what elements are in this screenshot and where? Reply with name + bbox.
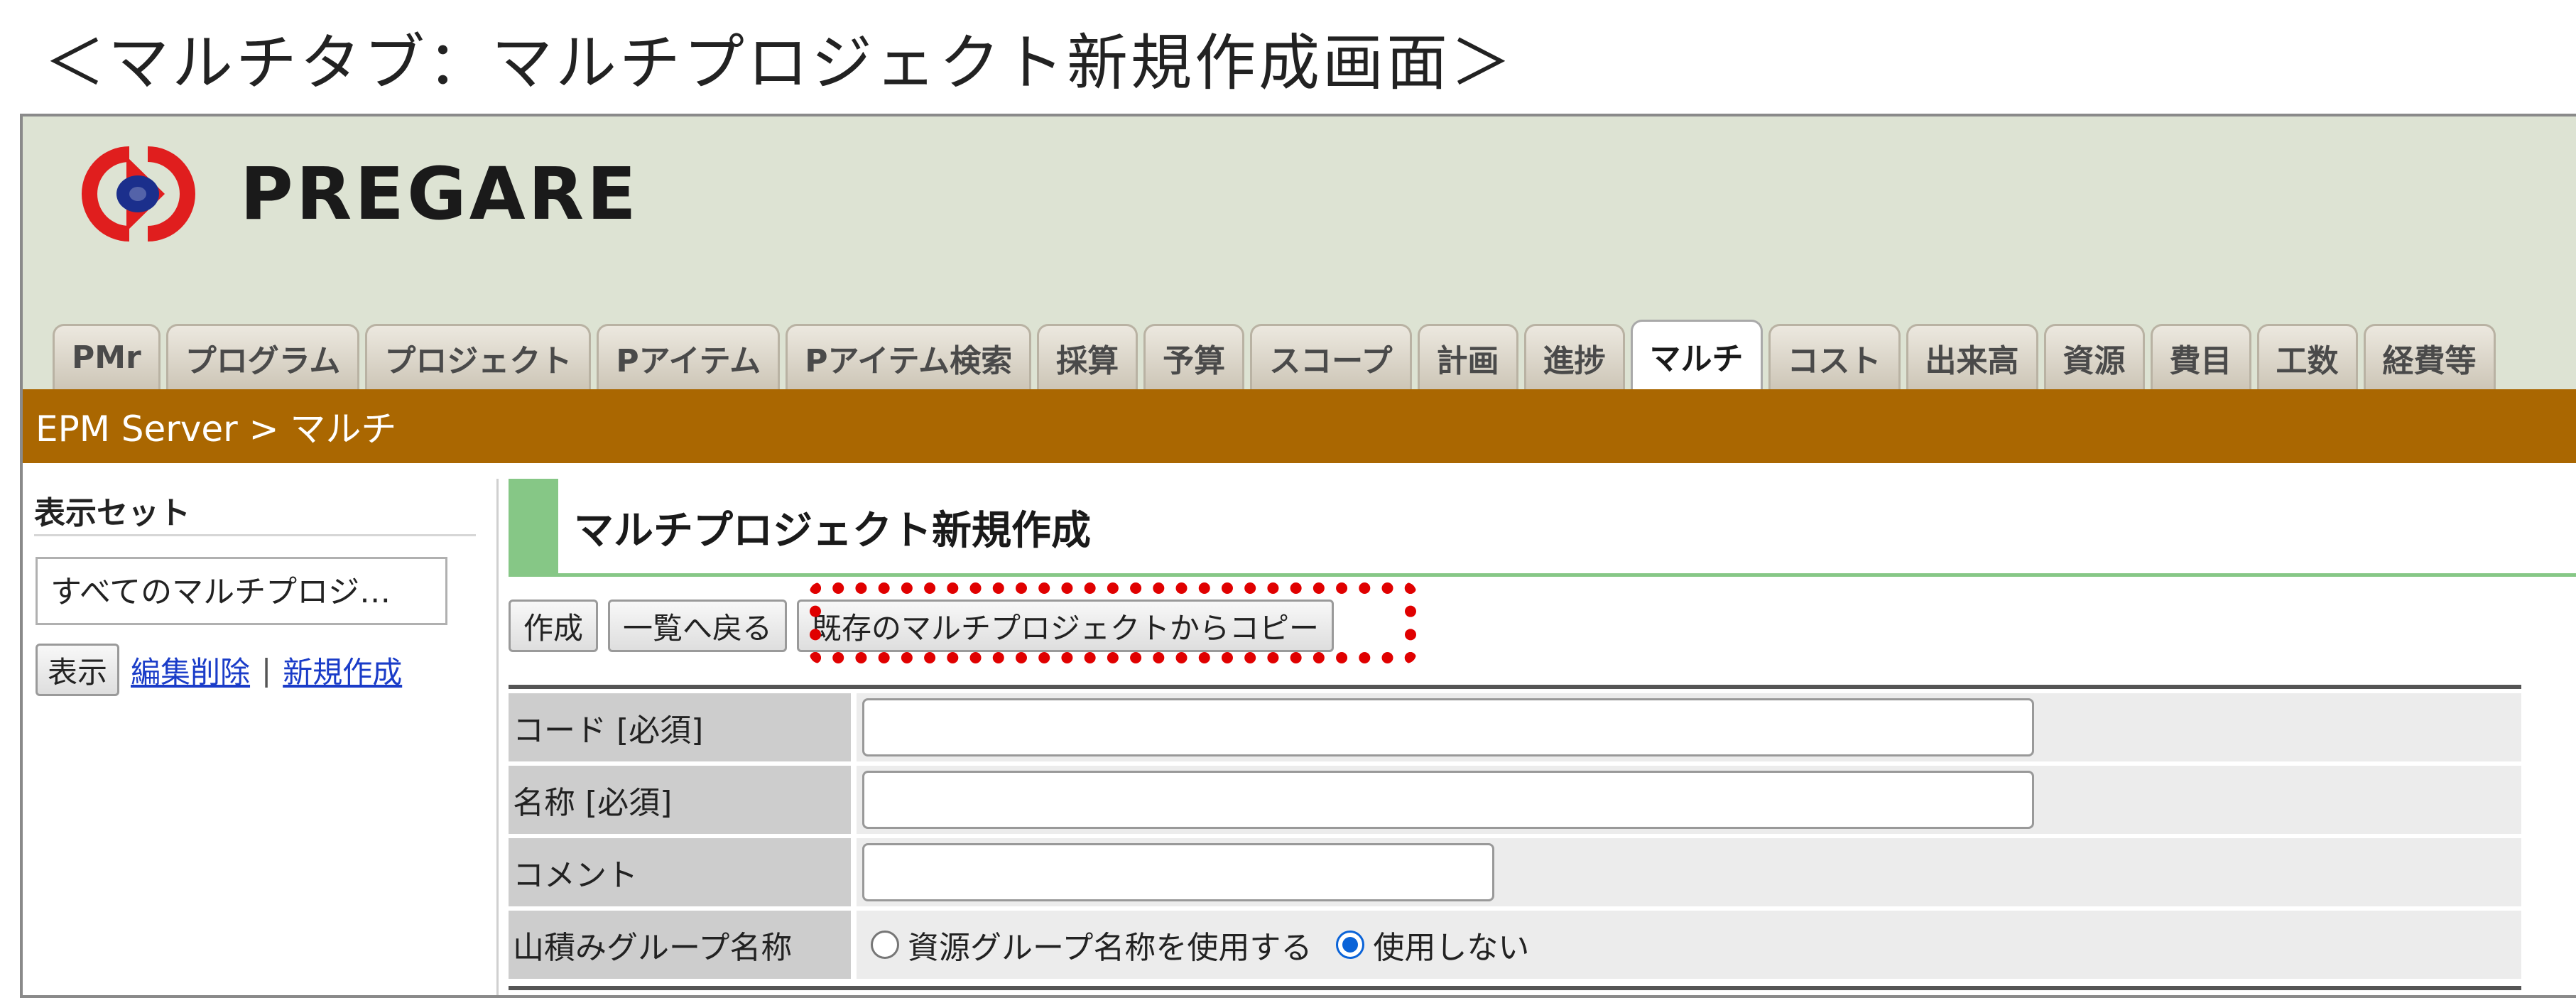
use-group-name-label[interactable]: 資源グループ名称を使用する [908,922,1312,967]
tab-item[interactable]: PMr [53,324,161,389]
tab-item[interactable]: 費目 [2150,324,2251,389]
logo[interactable]: PREGARE [58,141,639,247]
tab-item[interactable]: 採算 [1037,324,1138,389]
form-row-name: 名称 [必須] [509,766,2521,834]
back-to-list-button[interactable]: 一覧へ戻る [608,600,788,652]
tab-item[interactable]: Pアイテム [597,324,781,389]
tab-item[interactable]: 出来高 [1906,324,2038,389]
form-bottom-rule [509,986,2521,990]
form-row-comment: コメント [509,838,2521,906]
sidebar-actions: 表示 編集削除 | 新規作成 [36,644,402,696]
sidebar-title: 表示セット [34,495,190,531]
app-header: PREGARE PMr プログラム プロジェクト Pアイテム Pアイテム検索 採算 予算 スコ… [23,116,2576,389]
tab-item[interactable]: 工数 [2256,324,2358,389]
sidebar: 表示セット すべてのマルチプロジ… 表示 編集削除 | 新規作成 [23,479,499,995]
form-top-rule [509,685,2521,689]
tab-item[interactable]: 経費等 [2363,324,2496,389]
new-set-link[interactable]: 新規作成 [283,649,402,692]
document-title: ＜マルチタブ：マルチプロジェクト新規作成画面＞ [44,28,1514,99]
pregare-logo-icon [81,146,195,242]
comment-input[interactable] [862,843,1494,901]
tab-item[interactable]: マルチ [1630,320,1763,389]
tab-item[interactable]: コスト [1768,324,1901,389]
do-not-use-label[interactable]: 使用しない [1373,922,1529,967]
tab-item[interactable]: 計画 [1417,324,1518,389]
name-label: 名称 [必須] [509,766,851,834]
form-row-group: 山積みグループ名称 資源グループ名称を使用する 使用しない [509,911,2521,979]
tab-item[interactable]: 予算 [1143,324,1245,389]
code-input[interactable] [862,698,2034,756]
create-button[interactable]: 作成 [509,600,599,652]
link-separator: | [261,652,272,688]
do-not-use-radio[interactable] [1336,931,1365,959]
breadcrumb: EPM Server > マルチ [23,389,2576,463]
main-tabs: PMr プログラム プロジェクト Pアイテム Pアイテム検索 採算 予算 スコープ 計画 進捗 マル… [53,320,2501,389]
tab-item[interactable]: スコープ [1250,324,1412,389]
show-button[interactable]: 表示 [36,644,120,696]
tab-item[interactable]: 資源 [2043,324,2145,389]
page-title-block: マルチプロジェクト新規作成 [509,479,2576,577]
comment-label: コメント [509,838,851,906]
tab-item[interactable]: プログラム [165,324,360,389]
toolbar: 作成 一覧へ戻る 既存のマルチプロジェクトからコピー [509,600,1344,652]
page-title: マルチプロジェクト新規作成 [574,508,1091,554]
name-input[interactable] [862,771,2034,829]
group-radio-options: 資源グループ名称を使用する 使用しない [862,922,1529,967]
code-label: コード [必須] [509,693,851,761]
form-row-code: コード [必須] [509,693,2521,761]
tab-item[interactable]: プロジェクト [365,324,592,389]
copy-from-existing-button[interactable]: 既存のマルチプロジェクトからコピー [797,600,1335,652]
app-window: PREGARE PMr プログラム プロジェクト Pアイテム Pアイテム検索 採算 予算 スコ… [20,114,2576,998]
edit-delete-link[interactable]: 編集削除 [131,649,250,692]
sidebar-divider [34,534,476,536]
title-accent [509,479,558,577]
logo-text: PREGARE [240,151,639,237]
main-content: マルチプロジェクト新規作成 作成 一覧へ戻る 既存のマルチプロジェクトからコピー… [509,479,2576,995]
tab-item[interactable]: Pアイテム検索 [786,324,1032,389]
project-form: コード [必須] 名称 [必須] コメント 山積みグループ名称 資源グループ名称… [509,685,2521,990]
tab-item[interactable]: 進捗 [1523,324,1625,389]
group-label: 山積みグループ名称 [509,911,851,979]
display-set-list[interactable]: すべてのマルチプロジ… [36,557,447,625]
use-group-name-radio[interactable] [871,931,899,959]
